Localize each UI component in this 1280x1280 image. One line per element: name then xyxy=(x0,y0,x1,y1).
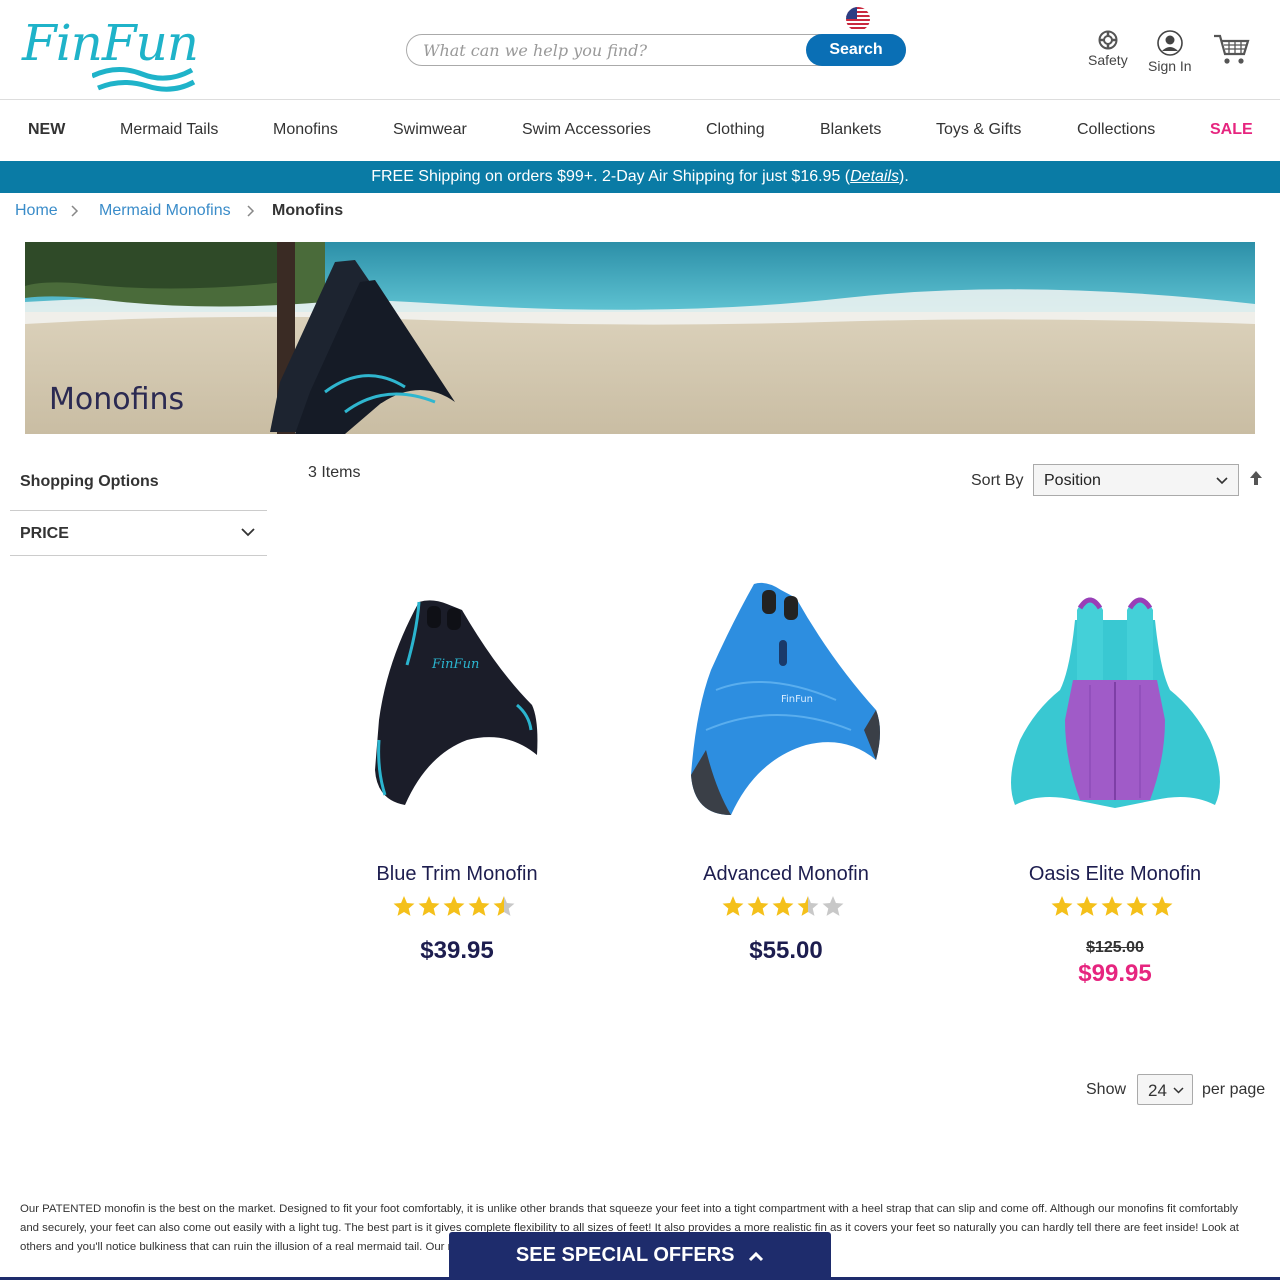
search-bar: Search xyxy=(406,34,906,66)
star-icon xyxy=(1051,896,1073,916)
product-name[interactable]: Blue Trim Monofin xyxy=(307,863,607,886)
breadcrumb-home[interactable]: Home xyxy=(15,202,58,220)
advanced-monofin-image[interactable]: FinFun xyxy=(636,570,936,830)
safety-label: Safety xyxy=(1088,52,1128,68)
nav-item-clothing[interactable]: Clothing xyxy=(706,121,765,139)
star-icon xyxy=(1126,896,1148,916)
nav-item-swim-accessories[interactable]: Swim Accessories xyxy=(522,121,651,139)
arrow-up-icon xyxy=(1250,471,1262,485)
product-name[interactable]: Advanced Monofin xyxy=(636,863,936,886)
beach-banner-image xyxy=(25,242,1255,434)
shipping-details-link[interactable]: Details xyxy=(850,168,899,185)
breadcrumb-mermaid-monofins[interactable]: Mermaid Monofins xyxy=(99,202,231,220)
star-icon xyxy=(797,896,819,916)
finfun-logo[interactable]: FinFun xyxy=(22,14,199,92)
category-banner: Monofins xyxy=(25,242,1255,434)
shipping-banner: FREE Shipping on orders $99+. 2-Day Air … xyxy=(0,161,1280,193)
show-label: Show xyxy=(1086,1081,1127,1098)
per-page-select[interactable]: 24 xyxy=(1137,1074,1193,1105)
shopping-options-heading: Shopping Options xyxy=(20,473,159,490)
special-offers-label: SEE SPECIAL OFFERS xyxy=(515,1244,735,1266)
safety-link[interactable]: Safety xyxy=(1088,30,1128,68)
star-icon xyxy=(393,896,415,916)
us-flag-icon[interactable] xyxy=(846,7,870,31)
star-icon xyxy=(747,896,769,916)
chevron-down-icon xyxy=(1173,1087,1184,1094)
nav-item-toys-gifts[interactable]: Toys & Gifts xyxy=(936,121,1021,139)
life-ring-icon xyxy=(1098,30,1118,50)
nav-item-swimwear[interactable]: Swimwear xyxy=(393,121,467,139)
site-header: FinFun Search Safety xyxy=(0,0,1280,100)
per-page-label: per page xyxy=(1202,1081,1266,1098)
nav-item-blankets[interactable]: Blankets xyxy=(820,121,881,139)
nav-item-collections[interactable]: Collections xyxy=(1077,121,1155,139)
star-icon xyxy=(1076,896,1098,916)
search-input[interactable] xyxy=(423,35,803,65)
star-icon xyxy=(418,896,440,916)
breadcrumb-current: Monofins xyxy=(272,202,344,219)
cart-button[interactable] xyxy=(1212,32,1250,71)
banner-title: Monofins xyxy=(49,382,185,417)
shipping-text: FREE Shipping on orders $99+. 2-Day Air … xyxy=(371,168,851,185)
chevron-down-icon xyxy=(1216,477,1228,485)
svg-text:FinFun: FinFun xyxy=(781,694,813,705)
item-count: 3 Items xyxy=(308,464,361,481)
oasis-elite-monofin-image[interactable] xyxy=(965,570,1265,830)
product-name[interactable]: Oasis Elite Monofin xyxy=(965,863,1265,886)
chevron-right-icon xyxy=(71,204,79,220)
star-icon xyxy=(443,896,465,916)
blue-trim-monofin-image[interactable]: FinFun xyxy=(307,570,607,830)
star-icon xyxy=(722,896,744,916)
svg-text:FinFun: FinFun xyxy=(431,657,479,672)
sign-in-link[interactable]: Sign In xyxy=(1148,30,1192,74)
nav-item-mermaid-tails[interactable]: Mermaid Tails xyxy=(120,121,218,139)
sort-value: Position xyxy=(1044,472,1101,489)
search-button[interactable]: Search xyxy=(806,34,906,66)
rating-stars xyxy=(722,896,844,916)
shipping-close: ). xyxy=(899,168,909,185)
star-icon xyxy=(1101,896,1123,916)
nav-item-sale[interactable]: SALE xyxy=(1210,121,1253,139)
sort-by-label: Sort By xyxy=(971,472,1024,489)
price-filter-label: PRICE xyxy=(20,525,69,542)
star-icon xyxy=(822,896,844,916)
sign-in-label: Sign In xyxy=(1148,58,1192,74)
wave-logo-icon xyxy=(92,67,196,92)
per-page-value: 24 xyxy=(1148,1081,1167,1100)
nav-item-new[interactable]: NEW xyxy=(28,121,65,139)
main-nav: NEW Mermaid Tails Monofins Swimwear Swim… xyxy=(0,101,1280,161)
product-old-price: $125.00 xyxy=(1086,939,1144,956)
star-icon xyxy=(468,896,490,916)
star-icon xyxy=(772,896,794,916)
shopping-cart-icon xyxy=(1214,34,1250,64)
user-icon xyxy=(1156,30,1183,56)
chevron-down-icon xyxy=(241,528,255,537)
star-icon xyxy=(1151,896,1173,916)
product-price: $39.95 xyxy=(420,937,494,964)
sort-direction-button[interactable] xyxy=(1249,470,1263,491)
chevron-right-icon xyxy=(247,204,255,220)
product-sale-price: $99.95 xyxy=(1078,960,1152,987)
price-filter[interactable]: PRICE xyxy=(10,510,267,556)
sort-select[interactable]: Position xyxy=(1033,464,1239,496)
rating-stars xyxy=(1051,896,1173,916)
rating-stars xyxy=(393,896,515,916)
special-offers-button[interactable]: SEE SPECIAL OFFERS xyxy=(449,1232,831,1280)
chevron-up-icon xyxy=(749,1251,764,1261)
nav-item-monofins[interactable]: Monofins xyxy=(273,121,338,139)
star-icon xyxy=(493,896,515,916)
product-price: $55.00 xyxy=(749,937,823,964)
